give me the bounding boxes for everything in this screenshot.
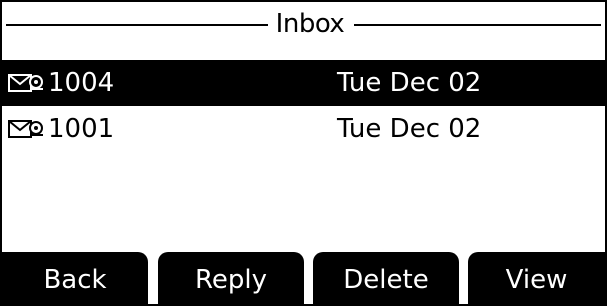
phone-screen: Inbox 1004 Tue Dec 02 1001 Tue Dec 02 Ba… bbox=[0, 0, 607, 306]
message-sender: 1001 bbox=[48, 114, 115, 144]
message-row-1001[interactable]: 1001 Tue Dec 02 bbox=[2, 106, 605, 152]
page-title: Inbox bbox=[275, 9, 345, 39]
message-envelope-icon bbox=[8, 72, 44, 94]
message-row-1004[interactable]: 1004 Tue Dec 02 bbox=[2, 60, 605, 106]
message-date: Tue Dec 02 bbox=[337, 114, 482, 144]
reply-softkey[interactable]: Reply bbox=[158, 252, 304, 304]
message-date: Tue Dec 02 bbox=[337, 68, 482, 98]
view-softkey[interactable]: View bbox=[468, 252, 605, 304]
title-divider-right bbox=[354, 24, 601, 26]
back-softkey[interactable]: Back bbox=[2, 252, 148, 304]
title-bar: Inbox bbox=[2, 2, 605, 48]
message-sender: 1004 bbox=[48, 68, 115, 98]
title-divider-left bbox=[6, 24, 268, 26]
delete-softkey[interactable]: Delete bbox=[313, 252, 459, 304]
softkey-bar: Back Reply Delete View bbox=[2, 252, 605, 304]
message-envelope-icon bbox=[8, 118, 44, 140]
message-list: 1004 Tue Dec 02 1001 Tue Dec 02 bbox=[2, 60, 605, 152]
